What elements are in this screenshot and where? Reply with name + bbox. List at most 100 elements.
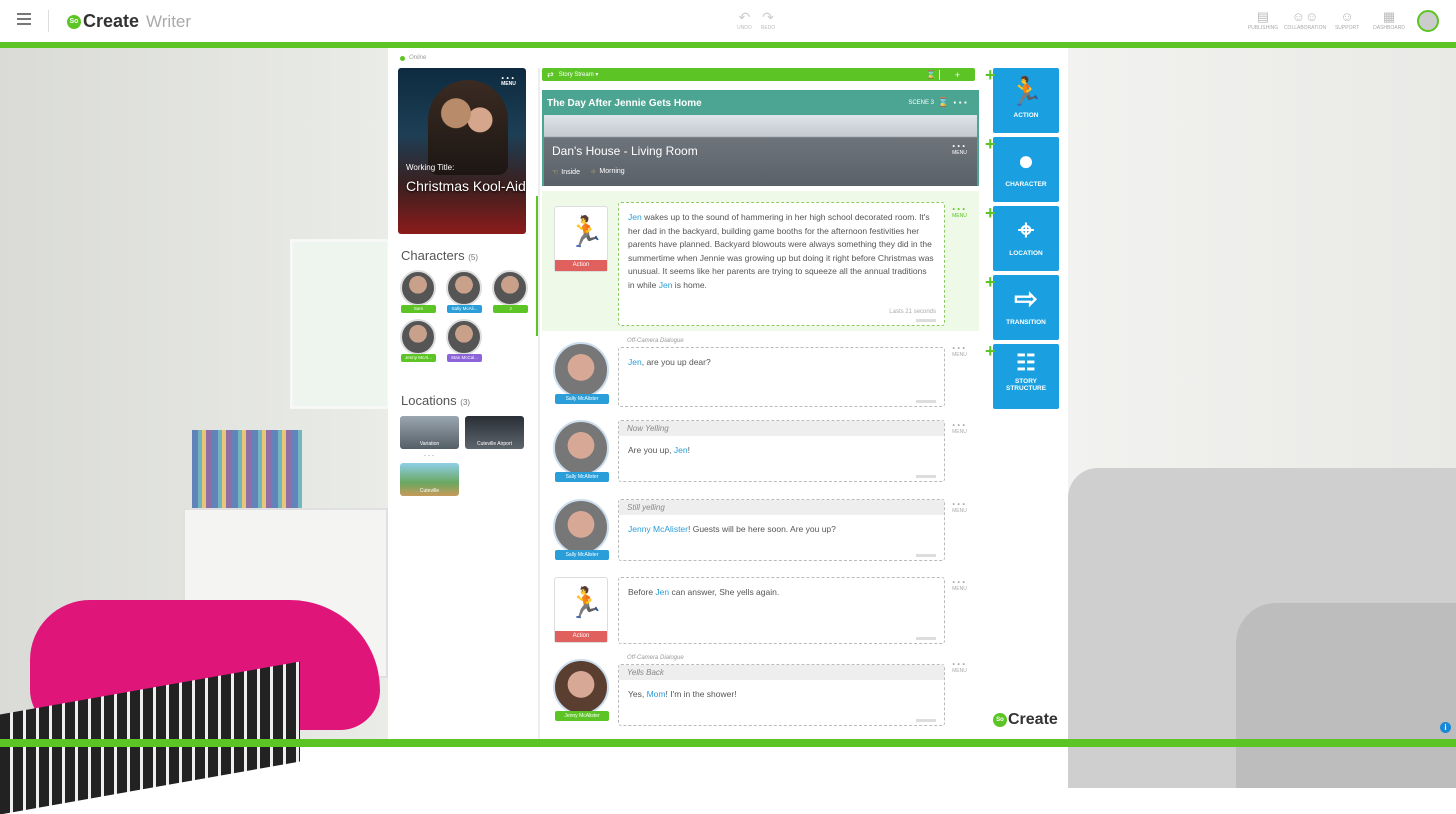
character-sam[interactable]: Sam (400, 270, 437, 313)
redo-button[interactable]: ↷REDO (761, 9, 775, 31)
running-person-icon: 🏃 (567, 215, 604, 250)
hourglass-icon[interactable]: ⌛ (938, 97, 949, 108)
more-dots-icon: ··· (952, 661, 967, 668)
hamburger-menu-icon[interactable] (17, 13, 31, 25)
add-location-button[interactable]: +⌖LOCATION (993, 206, 1059, 271)
scene-header[interactable]: The Day After Jennie Gets Home SCENE 3 ⌛… (542, 90, 979, 186)
resize-handle[interactable] (916, 637, 936, 640)
block-menu-button[interactable]: ···MENU (952, 345, 967, 358)
logo-text: Create (83, 11, 139, 32)
resize-handle[interactable] (916, 400, 936, 403)
top-bar: So Create Writer ↶UNDO ↷REDO ▤PUBLISHING… (0, 0, 1456, 44)
avatar (446, 270, 482, 306)
inside-icon: ☜ (552, 169, 558, 176)
character-jenny[interactable]: Jenny McAl... (400, 319, 437, 362)
parenthetical[interactable]: Yells Back (619, 665, 944, 680)
online-dot-icon (400, 56, 405, 61)
character-icon: ● (993, 141, 1059, 181)
character-sally[interactable]: Sally McAli... (446, 270, 483, 313)
more-dots-icon[interactable]: ··· (400, 452, 459, 460)
add-story-structure-button[interactable]: +☷STORY STRUCTURE (993, 344, 1059, 409)
location-cuteville-airport[interactable]: Cuteville Airport (465, 416, 524, 449)
parenthetical[interactable]: Still yelling (619, 500, 944, 515)
avatar (400, 319, 436, 355)
block-menu-button[interactable]: ···MENU (952, 422, 967, 435)
story-stream-bar[interactable]: ⇄ Story Stream ▾ ⌛ + (542, 68, 975, 81)
action-text-card[interactable]: Before Jen can answer, She yells again. (618, 577, 945, 644)
running-person-icon: 🏃 (993, 72, 1059, 112)
scene-location: Dan's House - Living Room (552, 144, 698, 158)
scene-title: The Day After Jennie Gets Home (547, 98, 702, 109)
resize-handle[interactable] (916, 475, 936, 478)
app-name: Writer (146, 12, 191, 32)
character-stan[interactable]: Stan McCal... (446, 319, 483, 362)
location-variation[interactable]: Variation (400, 416, 459, 449)
avatar (446, 319, 482, 355)
divider (48, 10, 49, 32)
user-avatar[interactable] (1417, 10, 1439, 32)
back-arrow-icon[interactable]: ⇄ (542, 70, 559, 79)
avatar (492, 270, 528, 306)
collaboration-icon: ☺☺ (1292, 9, 1319, 25)
action-text-card[interactable]: Jen wakes up to the sound of hammering i… (618, 202, 945, 326)
locations-heading: Locations (3) (401, 393, 470, 408)
scene-menu-button[interactable]: ···MENU (952, 142, 967, 156)
avatar (400, 270, 436, 306)
background-sofa-arm (1236, 603, 1456, 788)
redo-icon: ↷ (762, 9, 774, 25)
resize-handle[interactable] (916, 319, 936, 322)
avatar[interactable] (553, 342, 609, 398)
undo-icon: ↶ (739, 9, 751, 25)
avatar[interactable] (553, 659, 609, 715)
collaboration-button[interactable]: ☺☺COLLABORATION (1288, 9, 1322, 31)
dialogue-card[interactable]: Now Yelling Are you up, Jen! (618, 420, 945, 482)
writer-workspace: Online ···MENU Working Title: Christmas … (388, 48, 1068, 740)
block-menu-button[interactable]: ···MENU (952, 661, 967, 674)
parenthetical[interactable]: Now Yelling (619, 421, 944, 436)
avatar[interactable] (553, 499, 609, 555)
action-type-icon[interactable]: 🏃Action (554, 577, 608, 643)
add-character-button[interactable]: +●CHARACTER (993, 137, 1059, 202)
dialogue-card[interactable]: Yells Back Yes, Mom! I'm in the shower! (618, 664, 945, 726)
character-j[interactable]: J (492, 270, 529, 313)
scene-number: SCENE 3 (908, 100, 934, 106)
character-tag: Sally McAlister (555, 550, 609, 560)
add-scene-button[interactable]: + (939, 70, 975, 80)
stream-border (538, 68, 540, 740)
plus-icon: + (985, 134, 996, 155)
support-icon: ☺ (1340, 9, 1353, 25)
book-cover[interactable]: ···MENU Working Title: Christmas Kool-Ai… (398, 68, 526, 234)
dialogue-card[interactable]: Still yelling Jenny McAlister! Guests wi… (618, 499, 945, 561)
hourglass-icon[interactable]: ⌛ (923, 70, 939, 79)
add-transition-button[interactable]: +⇨TRANSITION (993, 275, 1059, 340)
action-type-icon[interactable]: 🏃Action (554, 206, 608, 272)
dialogue-card[interactable]: Jen, are you up dear? (618, 347, 945, 407)
working-title-label: Working Title: (406, 163, 454, 172)
characters-heading: Characters (5) (401, 248, 478, 263)
story-stream-dropdown[interactable]: Story Stream ▾ (559, 71, 923, 78)
resize-handle[interactable] (916, 554, 936, 557)
dashboard-button[interactable]: ▦DASHBOARD (1372, 9, 1406, 31)
socreate-logo[interactable]: So Create Writer (67, 11, 191, 32)
block-menu-button[interactable]: ···MENU (952, 501, 967, 514)
cover-menu-button[interactable]: ···MENU (501, 74, 516, 87)
more-dots-icon: ··· (952, 345, 967, 352)
plus-icon: + (985, 203, 996, 224)
block-menu-button[interactable]: ···MENU (952, 579, 967, 592)
add-action-button[interactable]: +🏃ACTION (993, 68, 1059, 133)
more-dots-icon[interactable]: ··· (953, 95, 969, 110)
location-cuteville[interactable]: Cuteville (400, 463, 459, 496)
info-icon[interactable]: i (1440, 722, 1451, 733)
avatar[interactable] (553, 420, 609, 476)
publishing-button[interactable]: ▤PUBLISHING (1246, 9, 1280, 31)
resize-handle[interactable] (916, 719, 936, 722)
socreate-brand-logo: SoCreate (993, 711, 1058, 729)
duration-label: Lasts 21 seconds (889, 306, 936, 320)
character-tag: Jenny McAlister (555, 711, 609, 721)
more-dots-icon: ··· (952, 579, 967, 586)
block-menu-button[interactable]: ···MENU (952, 206, 967, 219)
undo-button[interactable]: ↶UNDO (737, 9, 752, 31)
support-button[interactable]: ☺SUPPORT (1330, 9, 1364, 31)
book-title: Christmas Kool-Aid (406, 178, 526, 195)
background-books (192, 430, 302, 510)
